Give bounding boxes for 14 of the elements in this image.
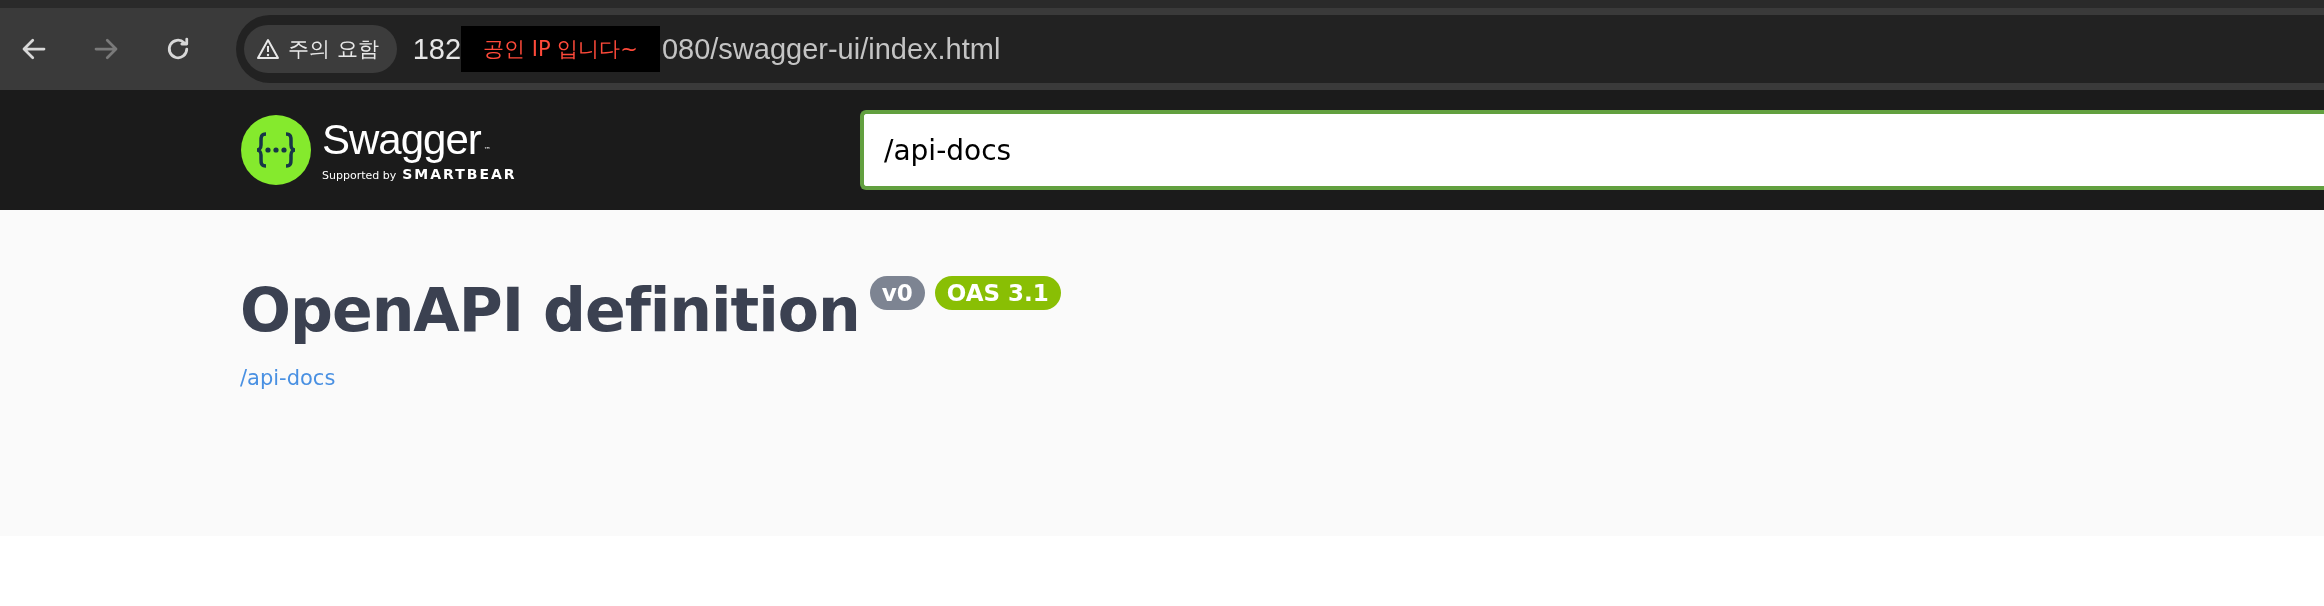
url-text: 080/swagger-ui/index.html xyxy=(661,32,1001,66)
page-title: OpenAPI definition xyxy=(240,274,860,347)
version-badge: OAS 3.1 xyxy=(934,276,1061,310)
version-badge: v0 xyxy=(869,276,925,310)
security-chip[interactable]: 주의 요함 xyxy=(244,25,397,73)
address-bar[interactable]: 주의 요함 182 공인 IP 입니다~ 080/swagger-ui/index.html xyxy=(236,15,2324,83)
logo-tagline: Supported by xyxy=(322,169,397,182)
url-field[interactable]: /api-docs xyxy=(860,110,2324,190)
warning-icon xyxy=(256,38,280,60)
logo-name: Swagger xyxy=(322,118,481,162)
swagger-logo-icon xyxy=(240,114,312,186)
redaction-note: 공인 IP 입니다~ xyxy=(461,26,660,72)
url-text: 182 xyxy=(412,32,462,66)
logo-brand: SMARTBEAR xyxy=(402,166,517,182)
